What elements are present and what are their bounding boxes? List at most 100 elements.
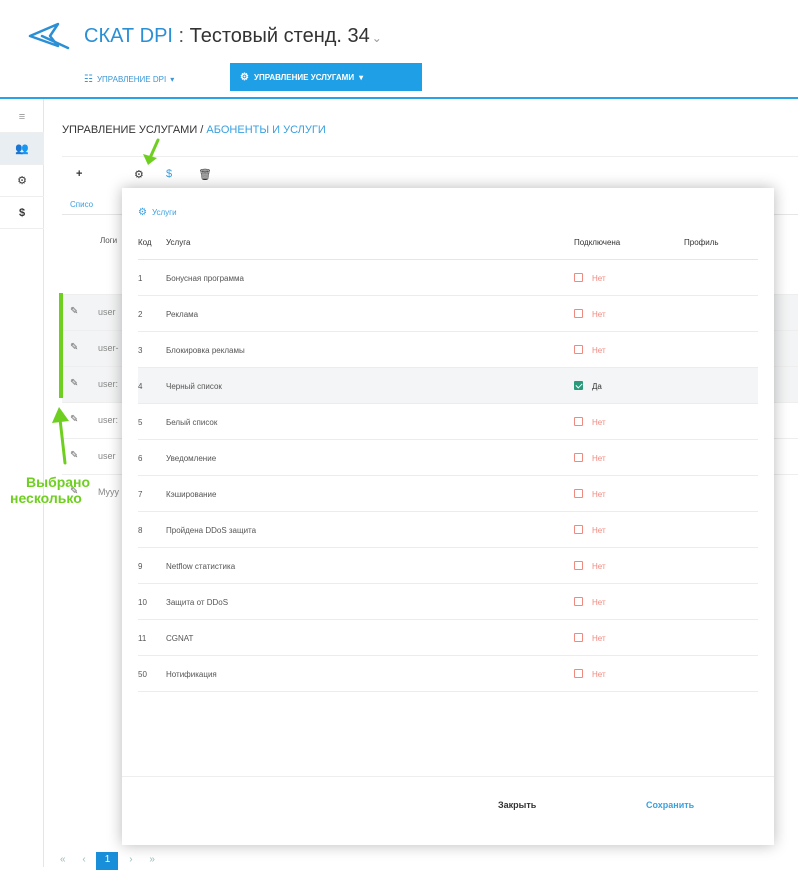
connected-status: Нет: [592, 562, 606, 571]
caret-down-icon: ▾: [170, 74, 175, 84]
row-login: user:: [98, 379, 119, 389]
profile-column-header: Профиль: [684, 238, 719, 247]
service-row[interactable]: 10 Защита от DDoS Нет: [138, 584, 758, 620]
list-icon: ☷: [84, 73, 93, 85]
connected-status: Нет: [592, 418, 606, 427]
annotation-line1: Выбрано: [26, 474, 91, 490]
breadcrumb-divider: [62, 156, 798, 157]
service-row[interactable]: 7 Кэширование Нет: [138, 476, 758, 512]
subscriber-list-label: Списо: [70, 200, 94, 209]
arrow-down-icon: [143, 138, 160, 165]
service-row[interactable]: 9 Netflow статистика Нет: [138, 548, 758, 584]
row-login: user: [98, 307, 116, 317]
service-row[interactable]: 50 Нотификация Нет: [138, 656, 758, 692]
next-page-button[interactable]: ›: [129, 854, 132, 865]
header-divider: [0, 97, 798, 99]
title-separator: :: [172, 25, 190, 47]
arrow-up-icon: [52, 407, 69, 465]
connected-checkbox[interactable]: [574, 381, 583, 390]
row-login: user-: [98, 343, 119, 353]
service-name: Нотификация: [166, 670, 217, 679]
services-gear-icon[interactable]: ⚙: [134, 168, 144, 181]
service-row[interactable]: 2 Реклама Нет: [138, 296, 758, 332]
service-code: 9: [138, 562, 143, 571]
menu-icon[interactable]: ≡: [0, 101, 44, 133]
service-row[interactable]: 6 Уведомление Нет: [138, 440, 758, 476]
service-code: 1: [138, 274, 143, 283]
modal-title-text: Услуги: [151, 208, 177, 217]
gears-icon: ⚙: [240, 71, 249, 83]
service-name: Кэширование: [166, 490, 217, 499]
chevron-down-icon: ⌄: [371, 31, 382, 45]
connected-checkbox[interactable]: [574, 561, 583, 570]
close-button[interactable]: Закрыть: [498, 800, 536, 810]
service-name: Бонусная программа: [166, 274, 244, 283]
first-page-button[interactable]: «: [60, 854, 66, 865]
service-row[interactable]: 3 Блокировка рекламы Нет: [138, 332, 758, 368]
service-name: Уведомление: [166, 454, 217, 463]
annotation-label: Выбрано несколько: [10, 474, 90, 506]
connected-status: Нет: [592, 346, 606, 355]
app-title[interactable]: СКАТ DPI : Тестовый стенд. 34 ⌄: [84, 25, 382, 48]
connected-status: Нет: [592, 670, 606, 679]
skat-logo: [28, 22, 70, 50]
breadcrumb-root[interactable]: УПРАВЛЕНИЕ УСЛУГАМИ: [62, 124, 197, 136]
service-code: 50: [138, 670, 147, 679]
connected-checkbox[interactable]: [574, 633, 583, 642]
rail-subscribers-icon[interactable]: 👥: [0, 133, 44, 165]
rail-billing-icon[interactable]: $: [0, 197, 44, 229]
nav-services-label: УПРАВЛЕНИЕ УСЛУГАМИ: [253, 72, 355, 82]
app-name: СКАТ DPI: [84, 25, 173, 47]
row-login: user: [98, 451, 116, 461]
breadcrumb-current[interactable]: АБОНЕНТЫ И УСЛУГИ: [206, 124, 325, 136]
connected-status: Нет: [592, 310, 606, 319]
dollar-icon[interactable]: $: [166, 168, 172, 180]
rail-services-icon[interactable]: ⚙: [0, 165, 44, 197]
connected-checkbox[interactable]: [574, 453, 583, 462]
connected-checkbox[interactable]: [574, 597, 583, 606]
connected-status: Нет: [592, 526, 606, 535]
service-name: Пройдена DDoS защита: [166, 526, 257, 535]
service-row[interactable]: 4 Черный список Да: [138, 368, 758, 404]
service-row[interactable]: 11 CGNAT Нет: [138, 620, 758, 656]
service-name: Защита от DDoS: [166, 598, 229, 607]
connected-checkbox[interactable]: [574, 669, 583, 678]
last-page-button[interactable]: »: [149, 854, 155, 865]
edit-icon[interactable]: ✎: [70, 306, 78, 317]
service-row[interactable]: 1 Бонусная программа Нет: [138, 260, 758, 296]
service-code: 10: [138, 598, 147, 607]
selection-marker: [59, 293, 63, 398]
nav-services-menu[interactable]: ⚙ УПРАВЛЕНИЕ УСЛУГАМИ ▾: [230, 63, 422, 91]
connected-checkbox[interactable]: [574, 345, 583, 354]
toolbar: + ⚙ $ 🗑: [62, 168, 262, 188]
modal-title: ⚙ Услуги: [138, 207, 177, 218]
service-column-header: Услуга: [166, 238, 191, 247]
annotation-line2: несколько: [10, 490, 82, 506]
connected-checkbox[interactable]: [574, 525, 583, 534]
nav-dpi-menu[interactable]: ☷ УПРАВЛЕНИЕ DPI ▾: [84, 69, 174, 89]
stand-name: Тестовый стенд. 34: [189, 25, 370, 47]
service-name: Блокировка рекламы: [166, 346, 245, 355]
save-button[interactable]: Сохранить: [646, 800, 694, 810]
service-code: 11: [138, 634, 147, 643]
nav-dpi-label: УПРАВЛЕНИЕ DPI: [96, 74, 167, 84]
services-modal: ⚙ Услуги Код Услуга Подключена Профиль 1…: [122, 188, 774, 845]
row-login: Myyy: [98, 487, 119, 497]
connected-checkbox[interactable]: [574, 273, 583, 282]
prev-page-button[interactable]: ‹: [82, 854, 85, 865]
service-row[interactable]: 8 Пройдена DDoS защита Нет: [138, 512, 758, 548]
connected-status: Нет: [592, 490, 606, 499]
add-icon[interactable]: +: [76, 168, 82, 180]
connected-checkbox[interactable]: [574, 309, 583, 318]
connected-checkbox[interactable]: [574, 417, 583, 426]
connected-column-header: Подключена: [574, 238, 621, 247]
trash-icon[interactable]: 🗑: [198, 168, 212, 181]
edit-icon[interactable]: ✎: [70, 342, 78, 353]
pagination: « ‹ 1 › »: [60, 852, 155, 870]
service-row[interactable]: 5 Белый список Нет: [138, 404, 758, 440]
caret-down-icon: ▾: [359, 72, 364, 82]
edit-icon[interactable]: ✎: [70, 378, 78, 389]
connected-status: Да: [592, 382, 602, 391]
connected-checkbox[interactable]: [574, 489, 583, 498]
current-page-button[interactable]: 1: [96, 852, 119, 870]
